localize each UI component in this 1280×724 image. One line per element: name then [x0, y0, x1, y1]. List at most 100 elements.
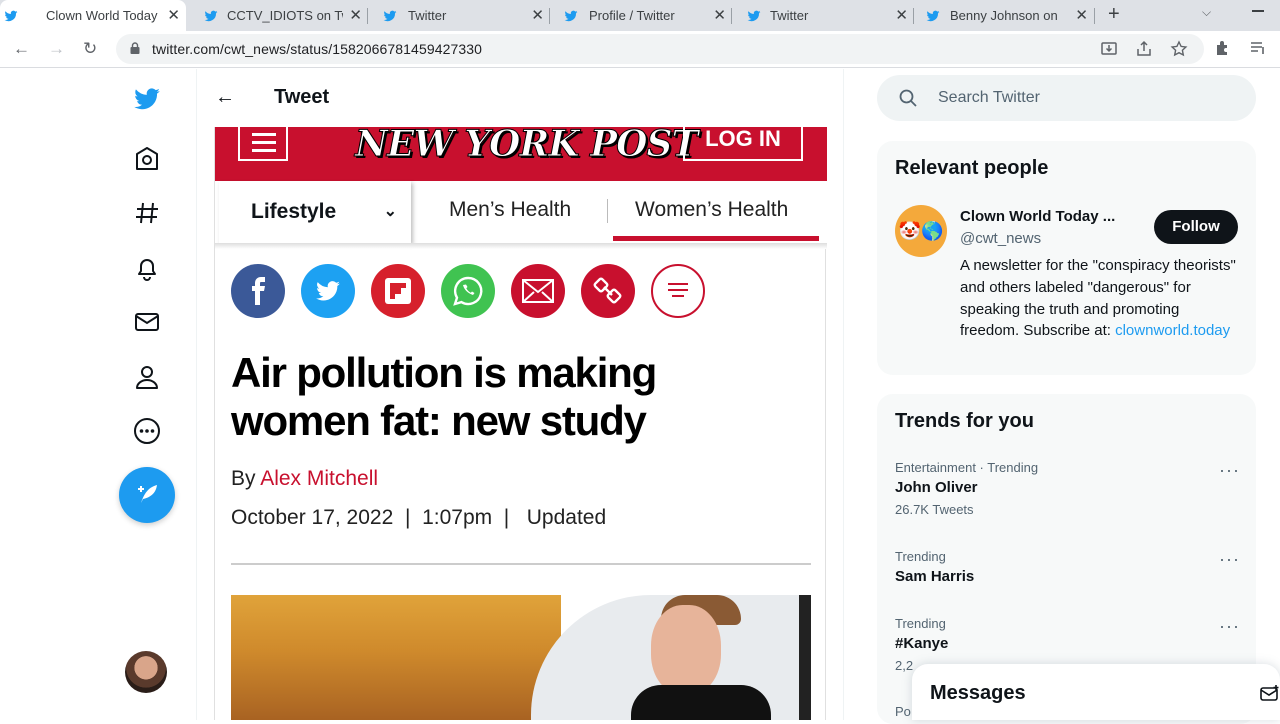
hamburger-menu-icon — [238, 127, 288, 161]
tab-title: CCTV_IDIOTS on Tw — [227, 8, 343, 23]
address-bar[interactable]: twitter.com/cwt_news/status/158206678145… — [116, 34, 1204, 64]
close-icon[interactable]: ✕ — [167, 6, 180, 24]
browser-tab[interactable]: CCTV_IDIOTS on Tw ✕ — [186, 0, 368, 31]
bookmark-star-icon[interactable] — [1170, 40, 1188, 58]
tab-separator — [1094, 8, 1095, 24]
back-icon[interactable]: ← — [13, 39, 30, 59]
search-input[interactable]: Search Twitter — [877, 75, 1256, 121]
divider — [231, 563, 811, 565]
follow-button[interactable]: Follow — [1154, 210, 1238, 244]
tab-separator — [913, 8, 914, 24]
tab-separator — [549, 8, 550, 24]
reload-icon[interactable]: ↻ — [83, 39, 97, 59]
tab-title: Clown World Today — [46, 8, 158, 23]
close-icon[interactable]: ✕ — [1075, 6, 1088, 24]
flipboard-icon — [371, 264, 425, 318]
nyp-login-button: LOG IN — [683, 127, 803, 161]
account-avatar[interactable] — [125, 651, 167, 693]
twitter-bird-icon — [926, 10, 940, 22]
browser-tab[interactable]: Twitter ✕ — [732, 0, 914, 31]
woman-face-shape — [651, 605, 721, 695]
twitter-bird-icon — [383, 10, 397, 22]
tab-separator — [731, 8, 732, 24]
close-icon[interactable]: ✕ — [531, 6, 544, 24]
section-label: Lifestyle — [251, 200, 337, 223]
twitter-logo-icon[interactable] — [112, 79, 182, 119]
chevron-down-icon: ⌄ — [383, 203, 397, 220]
article-author: Alex Mitchell — [260, 467, 379, 490]
trend-name: John Oliver — [895, 479, 978, 496]
feather-plus-icon — [138, 485, 157, 503]
section-tab-mens-health: Men’s Health — [449, 198, 572, 221]
account-name[interactable]: Clown World Today ... — [960, 208, 1115, 225]
more-options-icon[interactable]: ··· — [1219, 616, 1240, 637]
nyp-masthead-bar: NEW YORK POST LOG IN — [215, 123, 827, 181]
tab-title: Twitter — [770, 8, 809, 23]
install-app-icon[interactable] — [1100, 40, 1118, 58]
section-nav-shadow — [215, 243, 827, 249]
twitter-bird-icon — [204, 10, 218, 22]
new-message-icon[interactable] — [1260, 684, 1280, 702]
more-circle-icon[interactable] — [112, 411, 182, 451]
trend-name: #Kanye — [895, 635, 949, 652]
notifications-bell-icon[interactable] — [112, 248, 182, 288]
lock-icon — [130, 42, 140, 54]
browser-tab[interactable]: Profile / Twitter ✕ — [550, 0, 732, 31]
browser-toolbar: ← → ↻ twitter.com/cwt_news/status/158206… — [0, 31, 1280, 68]
tab-search-chevron-icon[interactable]: ⌵ — [1202, 5, 1211, 20]
twitter-bird-icon — [564, 10, 578, 22]
forward-icon[interactable]: → — [48, 39, 65, 59]
trend-tweet-count: 26.7K Tweets — [895, 502, 974, 517]
tab-divider — [607, 199, 608, 223]
share-icon[interactable] — [1135, 40, 1153, 58]
main-column: ← Tweet NEW YORK POST LOG IN Lifestyle ⌄… — [196, 69, 844, 720]
article-byline: By Alex Mitchell — [231, 467, 378, 491]
trend-category: Entertainment · Trending — [895, 460, 1039, 475]
profile-person-icon[interactable] — [112, 357, 182, 397]
messages-title: Messages — [930, 682, 1026, 704]
twitter-bird-icon — [747, 10, 761, 22]
bio-link[interactable]: clownworld.today — [1115, 322, 1230, 339]
browser-tab-strip: Clown World Today ✕ CCTV_IDIOTS on Tw ✕ … — [0, 0, 1280, 31]
trend-category: Trending — [895, 616, 946, 631]
article-headline: Air pollution is making women fat: new s… — [231, 349, 657, 444]
section-dropdown: Lifestyle ⌄ — [219, 181, 411, 243]
trend-item[interactable]: Entertainment · Trending John Oliver 26.… — [895, 460, 1240, 517]
trend-item[interactable]: Trending Sam Harris ··· — [895, 549, 1240, 585]
compose-tweet-button[interactable] — [119, 467, 175, 523]
twitter-bird-icon — [4, 10, 18, 22]
home-icon[interactable] — [112, 139, 182, 179]
close-icon[interactable]: ✕ — [713, 6, 726, 24]
email-share-icon — [511, 264, 565, 318]
reading-list-icon[interactable] — [1249, 39, 1267, 57]
browser-tab[interactable]: Clown World Today ✕ — [0, 0, 186, 31]
close-icon[interactable]: ✕ — [349, 6, 362, 24]
explore-hashtag-icon[interactable] — [112, 193, 182, 233]
browser-tab[interactable]: Twitter ✕ — [368, 0, 550, 31]
new-tab-plus-icon[interactable]: + — [1108, 0, 1120, 31]
search-icon — [899, 89, 917, 107]
back-arrow-icon[interactable]: ← — [215, 86, 235, 109]
messages-drawer[interactable]: Messages — [912, 664, 1280, 720]
section-nav: Lifestyle ⌄ Men’s Health Women’s Health — [215, 181, 827, 243]
clown-globe-avatar[interactable]: 🤡🌎 — [895, 205, 947, 257]
tweet-image-article-screenshot[interactable]: NEW YORK POST LOG IN Lifestyle ⌄ Men’s H… — [214, 123, 827, 720]
close-icon[interactable]: ✕ — [895, 6, 908, 24]
browser-tab[interactable]: Benny Johnson on ✕ — [914, 0, 1094, 31]
more-options-icon[interactable]: ··· — [1219, 460, 1240, 481]
nyp-logo: NEW YORK POST — [354, 123, 698, 166]
tab-title: Profile / Twitter — [589, 8, 675, 23]
sunset-smog-image — [231, 595, 561, 720]
article-time: 1:07pm — [422, 506, 493, 529]
messages-envelope-icon[interactable] — [112, 302, 182, 342]
more-options-icon[interactable]: ··· — [1219, 549, 1240, 570]
extensions-puzzle-icon[interactable] — [1214, 39, 1232, 57]
minimize-icon[interactable] — [1252, 10, 1264, 12]
article-updated: Updated — [526, 506, 607, 529]
link-share-icon — [581, 264, 635, 318]
account-handle[interactable]: @cwt_news — [960, 230, 1041, 247]
whatsapp-icon — [441, 264, 495, 318]
comments-bubble-icon — [651, 264, 705, 318]
section-tab-womens-health: Women’s Health — [635, 198, 789, 221]
article-date: October 17, 2022 — [231, 506, 394, 529]
